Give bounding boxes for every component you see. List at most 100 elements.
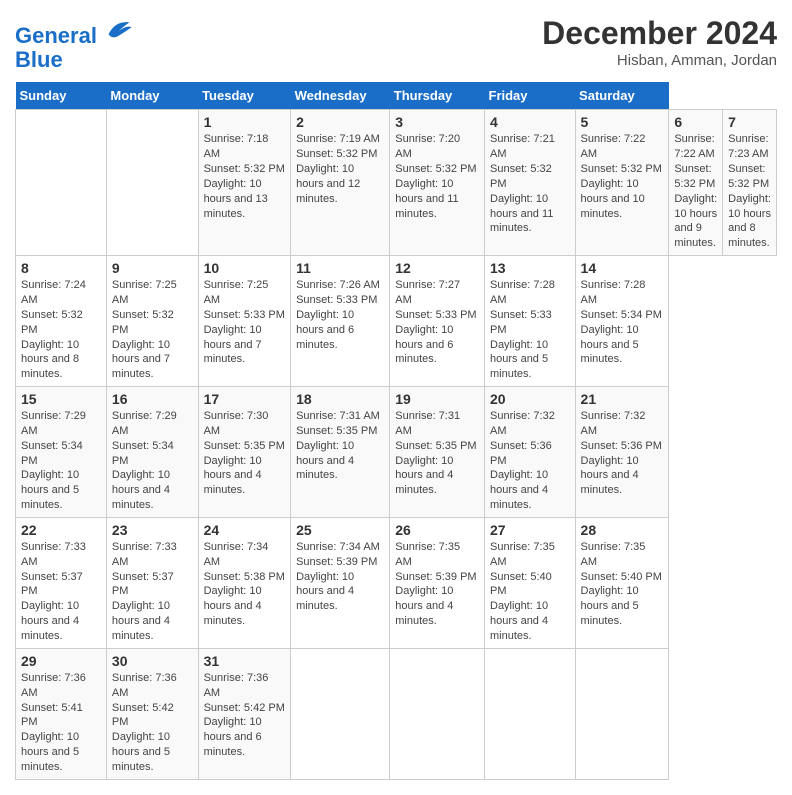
calendar-day-22: 22 Sunrise: 7:33 AMSunset: 5:37 PMDaylig…	[16, 517, 107, 648]
calendar-day-8: 8 Sunrise: 7:24 AMSunset: 5:32 PMDayligh…	[16, 256, 107, 387]
empty-cell	[485, 648, 576, 779]
day-number: 3	[395, 114, 479, 130]
calendar-day-15: 15 Sunrise: 7:29 AMSunset: 5:34 PMDaylig…	[16, 387, 107, 518]
weekday-header-thursday: Thursday	[390, 82, 485, 110]
day-info: Sunrise: 7:28 AMSunset: 5:34 PMDaylight:…	[581, 278, 664, 367]
day-number: 6	[674, 114, 717, 130]
day-number: 23	[112, 522, 193, 538]
day-info: Sunrise: 7:36 AMSunset: 5:41 PMDaylight:…	[21, 671, 101, 775]
day-info: Sunrise: 7:29 AMSunset: 5:34 PMDaylight:…	[112, 409, 193, 513]
weekday-header-saturday: Saturday	[575, 82, 669, 110]
calendar-day-13: 13 Sunrise: 7:28 AMSunset: 5:33 PMDaylig…	[485, 256, 576, 387]
day-info: Sunrise: 7:33 AMSunset: 5:37 PMDaylight:…	[112, 540, 193, 644]
month-title: December 2024	[542, 15, 777, 52]
day-number: 1	[204, 114, 286, 130]
day-number: 4	[490, 114, 570, 130]
day-number: 14	[581, 260, 664, 276]
day-number: 18	[296, 391, 384, 407]
weekday-header-monday: Monday	[106, 82, 198, 110]
calendar-day-12: 12 Sunrise: 7:27 AMSunset: 5:33 PMDaylig…	[390, 256, 485, 387]
day-number: 28	[581, 522, 664, 538]
day-number: 16	[112, 391, 193, 407]
day-info: Sunrise: 7:31 AMSunset: 5:35 PMDaylight:…	[296, 409, 384, 483]
calendar-day-23: 23 Sunrise: 7:33 AMSunset: 5:37 PMDaylig…	[106, 517, 198, 648]
calendar-day-6: 6 Sunrise: 7:22 AMSunset: 5:32 PMDayligh…	[669, 110, 723, 256]
day-number: 21	[581, 391, 664, 407]
calendar-day-20: 20 Sunrise: 7:32 AMSunset: 5:36 PMDaylig…	[485, 387, 576, 518]
day-number: 20	[490, 391, 570, 407]
day-info: Sunrise: 7:30 AMSunset: 5:35 PMDaylight:…	[204, 409, 286, 498]
calendar-day-21: 21 Sunrise: 7:32 AMSunset: 5:36 PMDaylig…	[575, 387, 669, 518]
calendar-day-30: 30 Sunrise: 7:36 AMSunset: 5:42 PMDaylig…	[106, 648, 198, 779]
calendar-table: SundayMondayTuesdayWednesdayThursdayFrid…	[15, 82, 777, 779]
calendar-week-5: 29 Sunrise: 7:36 AMSunset: 5:41 PMDaylig…	[16, 648, 777, 779]
day-info: Sunrise: 7:34 AMSunset: 5:39 PMDaylight:…	[296, 540, 384, 614]
weekday-header-row: SundayMondayTuesdayWednesdayThursdayFrid…	[16, 82, 777, 110]
calendar-day-3: 3 Sunrise: 7:20 AMSunset: 5:32 PMDayligh…	[390, 110, 485, 256]
calendar-day-24: 24 Sunrise: 7:34 AMSunset: 5:38 PMDaylig…	[198, 517, 291, 648]
weekday-header-tuesday: Tuesday	[198, 82, 291, 110]
day-info: Sunrise: 7:21 AMSunset: 5:32 PMDaylight:…	[490, 132, 570, 236]
calendar-week-1: 1 Sunrise: 7:18 AMSunset: 5:32 PMDayligh…	[16, 110, 777, 256]
empty-cell	[291, 648, 390, 779]
calendar-day-16: 16 Sunrise: 7:29 AMSunset: 5:34 PMDaylig…	[106, 387, 198, 518]
day-info: Sunrise: 7:32 AMSunset: 5:36 PMDaylight:…	[490, 409, 570, 513]
day-number: 2	[296, 114, 384, 130]
day-info: Sunrise: 7:18 AMSunset: 5:32 PMDaylight:…	[204, 132, 286, 221]
day-number: 29	[21, 653, 101, 669]
calendar-day-9: 9 Sunrise: 7:25 AMSunset: 5:32 PMDayligh…	[106, 256, 198, 387]
day-info: Sunrise: 7:20 AMSunset: 5:32 PMDaylight:…	[395, 132, 479, 221]
day-info: Sunrise: 7:27 AMSunset: 5:33 PMDaylight:…	[395, 278, 479, 367]
empty-cell	[390, 648, 485, 779]
day-number: 25	[296, 522, 384, 538]
calendar-day-14: 14 Sunrise: 7:28 AMSunset: 5:34 PMDaylig…	[575, 256, 669, 387]
day-number: 8	[21, 260, 101, 276]
day-number: 15	[21, 391, 101, 407]
weekday-header-friday: Friday	[485, 82, 576, 110]
logo-bird-icon	[105, 15, 133, 43]
day-info: Sunrise: 7:35 AMSunset: 5:39 PMDaylight:…	[395, 540, 479, 629]
logo-blue: Blue	[15, 47, 63, 72]
calendar-day-5: 5 Sunrise: 7:22 AMSunset: 5:32 PMDayligh…	[575, 110, 669, 256]
day-info: Sunrise: 7:26 AMSunset: 5:33 PMDaylight:…	[296, 278, 384, 352]
day-info: Sunrise: 7:25 AMSunset: 5:33 PMDaylight:…	[204, 278, 286, 367]
day-info: Sunrise: 7:35 AMSunset: 5:40 PMDaylight:…	[581, 540, 664, 629]
day-number: 24	[204, 522, 286, 538]
weekday-header-wednesday: Wednesday	[291, 82, 390, 110]
day-info: Sunrise: 7:19 AMSunset: 5:32 PMDaylight:…	[296, 132, 384, 206]
day-info: Sunrise: 7:35 AMSunset: 5:40 PMDaylight:…	[490, 540, 570, 644]
calendar-day-2: 2 Sunrise: 7:19 AMSunset: 5:32 PMDayligh…	[291, 110, 390, 256]
empty-cell	[106, 110, 198, 256]
day-info: Sunrise: 7:22 AMSunset: 5:32 PMDaylight:…	[581, 132, 664, 221]
day-number: 9	[112, 260, 193, 276]
calendar-day-26: 26 Sunrise: 7:35 AMSunset: 5:39 PMDaylig…	[390, 517, 485, 648]
day-info: Sunrise: 7:24 AMSunset: 5:32 PMDaylight:…	[21, 278, 101, 382]
day-info: Sunrise: 7:34 AMSunset: 5:38 PMDaylight:…	[204, 540, 286, 629]
logo-general: General	[15, 23, 97, 48]
calendar-day-28: 28 Sunrise: 7:35 AMSunset: 5:40 PMDaylig…	[575, 517, 669, 648]
day-info: Sunrise: 7:25 AMSunset: 5:32 PMDaylight:…	[112, 278, 193, 382]
calendar-day-18: 18 Sunrise: 7:31 AMSunset: 5:35 PMDaylig…	[291, 387, 390, 518]
day-number: 27	[490, 522, 570, 538]
weekday-header-sunday: Sunday	[16, 82, 107, 110]
empty-cell	[575, 648, 669, 779]
day-number: 5	[581, 114, 664, 130]
page-header: General Blue December 2024 Hisban, Amman…	[15, 15, 777, 72]
day-number: 13	[490, 260, 570, 276]
calendar-day-25: 25 Sunrise: 7:34 AMSunset: 5:39 PMDaylig…	[291, 517, 390, 648]
day-number: 22	[21, 522, 101, 538]
day-number: 19	[395, 391, 479, 407]
calendar-day-27: 27 Sunrise: 7:35 AMSunset: 5:40 PMDaylig…	[485, 517, 576, 648]
calendar-week-3: 15 Sunrise: 7:29 AMSunset: 5:34 PMDaylig…	[16, 387, 777, 518]
day-number: 12	[395, 260, 479, 276]
day-info: Sunrise: 7:28 AMSunset: 5:33 PMDaylight:…	[490, 278, 570, 382]
day-info: Sunrise: 7:33 AMSunset: 5:37 PMDaylight:…	[21, 540, 101, 644]
calendar-day-4: 4 Sunrise: 7:21 AMSunset: 5:32 PMDayligh…	[485, 110, 576, 256]
day-number: 31	[204, 653, 286, 669]
calendar-week-2: 8 Sunrise: 7:24 AMSunset: 5:32 PMDayligh…	[16, 256, 777, 387]
calendar-day-17: 17 Sunrise: 7:30 AMSunset: 5:35 PMDaylig…	[198, 387, 291, 518]
day-info: Sunrise: 7:36 AMSunset: 5:42 PMDaylight:…	[204, 671, 286, 760]
day-info: Sunrise: 7:32 AMSunset: 5:36 PMDaylight:…	[581, 409, 664, 498]
calendar-day-31: 31 Sunrise: 7:36 AMSunset: 5:42 PMDaylig…	[198, 648, 291, 779]
calendar-day-11: 11 Sunrise: 7:26 AMSunset: 5:33 PMDaylig…	[291, 256, 390, 387]
